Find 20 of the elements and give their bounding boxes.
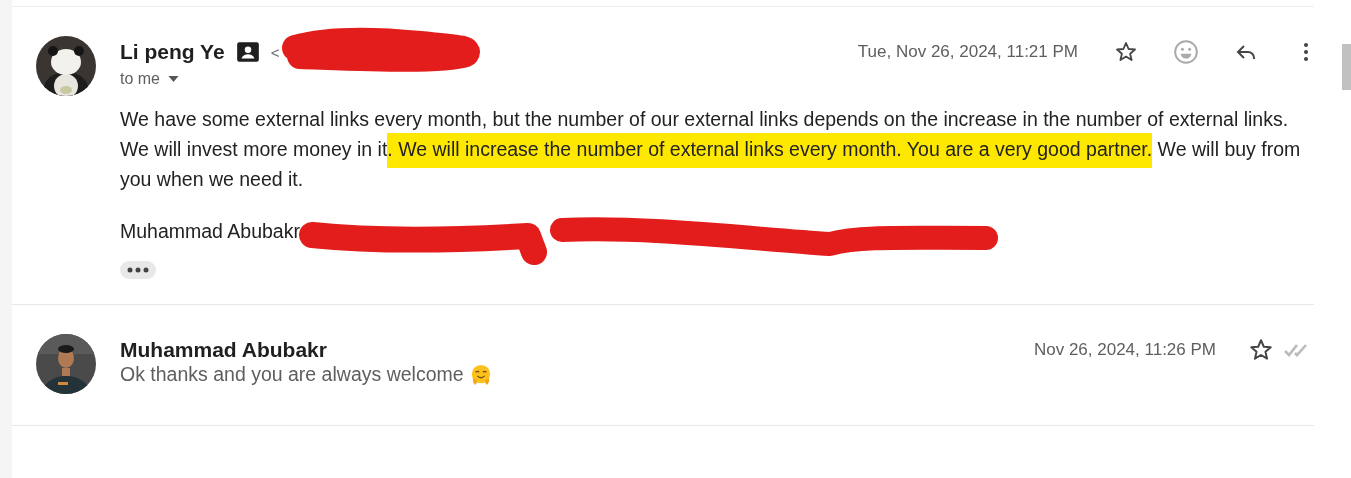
message-snippet: Ok thanks and you are always welcome [120, 363, 464, 386]
sender-address: < [270, 43, 280, 61]
ellipsis-icon [126, 267, 150, 273]
star-button[interactable] [1248, 337, 1274, 363]
smiley-icon [1173, 39, 1199, 65]
message-body: We have some external links every month, but the number of our external links depends on the increase in the number of external links. We will invest more money in it. We will increase the number of external links every month. You are a very good partner. We will buy from you when we need it. [120, 107, 1302, 192]
scrollbar-thumb[interactable] [1342, 44, 1351, 90]
hugging-face-icon [469, 363, 492, 386]
show-trimmed-content-button[interactable] [120, 261, 156, 279]
more-vertical-icon [1304, 43, 1308, 61]
caret-icon [168, 76, 179, 82]
signature-text: Muhammad Abubakr [120, 220, 300, 243]
recipient-dropdown[interactable]: to me [120, 70, 179, 88]
message-date: Nov 26, 2024, 11:26 PM [1033, 340, 1216, 360]
sender-name: Muhammad Abubakr [120, 338, 327, 362]
sender-name: Li peng Ye [120, 40, 225, 64]
message-date: Tue, Nov 26, 2024, 11:21 PM [857, 42, 1078, 62]
star-icon [1114, 40, 1138, 64]
contact-card-icon[interactable] [234, 39, 261, 65]
star-icon [1248, 337, 1274, 363]
